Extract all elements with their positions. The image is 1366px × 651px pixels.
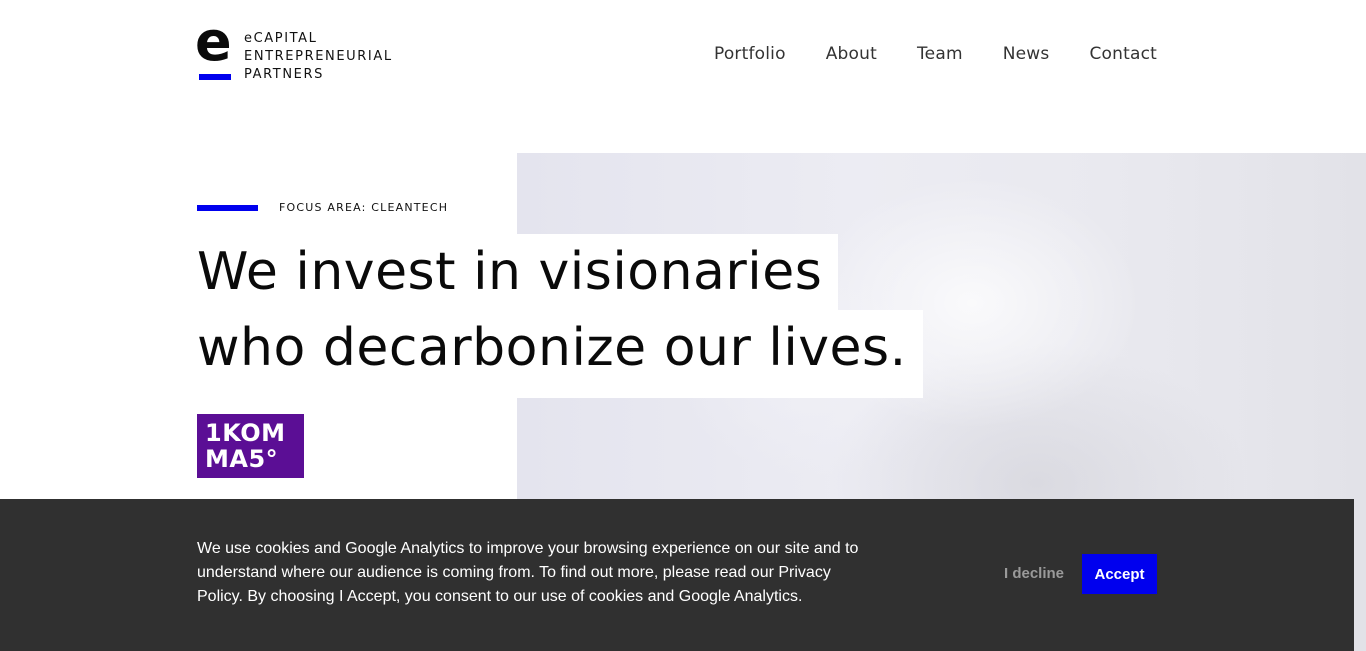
nav-contact[interactable]: Contact [1089,44,1157,64]
focus-accent-line [197,205,258,211]
portfolio-company-logo[interactable]: 1KOM MA5° [197,414,304,478]
logo-accent-bar [199,74,231,80]
nav-news[interactable]: News [1003,44,1050,64]
logo-line-2: ENTREPRENEURIAL [244,49,393,64]
decline-button[interactable]: I decline [1004,565,1064,582]
logo-line-3: PARTNERS [244,67,324,82]
cookie-banner: We use cookies and Google Analytics to i… [0,499,1354,651]
nav-team[interactable]: Team [917,44,963,64]
hero-headline-line-2: who decarbonize our lives. [197,310,923,398]
nav-about[interactable]: About [826,44,877,64]
logo-line-1: eCAPITAL [244,31,318,46]
hero-headline-line-1: We invest in visionaries [197,234,839,310]
logo-wordmark: eCAPITAL ENTREPRENEURIAL PARTNERS [244,30,393,84]
cookie-message: We use cookies and Google Analytics to i… [197,540,859,605]
site-logo[interactable]: e eCAPITAL ENTREPRENEURIAL PARTNERS [195,15,393,84]
focus-area-label: FOCUS AREA: CLEANTECH [279,201,449,214]
accept-button[interactable]: Accept [1082,554,1157,594]
main-nav: Portfolio About Team News Contact [714,44,1157,64]
logo-e-glyph: e [195,10,232,73]
nav-portfolio[interactable]: Portfolio [714,44,786,64]
company-logo-line-1: 1KOM [205,419,286,447]
company-logo-line-2: MA5° [205,445,279,473]
logo-mark: e [195,15,233,81]
